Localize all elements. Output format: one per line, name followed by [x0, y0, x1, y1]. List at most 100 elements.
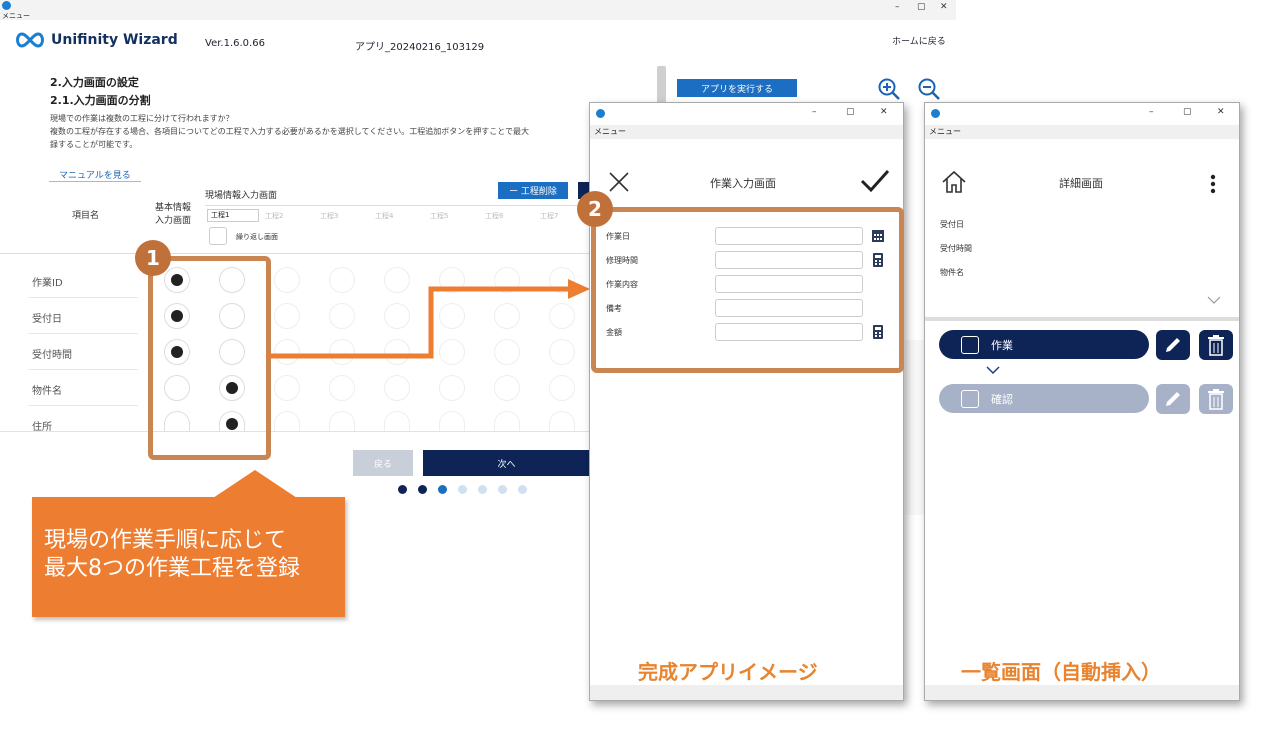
title-bar: メニュー – ▢ ✕	[0, 0, 956, 20]
step-checkbox[interactable]	[961, 335, 979, 354]
repeat-screen-checkbox[interactable]	[209, 227, 227, 245]
step-radio[interactable]	[274, 375, 300, 401]
callout-badge-2: 2	[577, 191, 613, 227]
delete-step-button[interactable]: ー 工程削除	[498, 182, 568, 199]
trash-icon	[1208, 389, 1224, 410]
maximize-button[interactable]: ▢	[917, 2, 926, 12]
row-divider	[28, 297, 138, 298]
pager-dot[interactable]	[498, 485, 507, 494]
highlight-outline-1	[148, 256, 271, 460]
status-bar	[925, 685, 1239, 700]
trash-icon	[1208, 335, 1224, 356]
step-name-field-4[interactable]: 工程4	[375, 211, 393, 221]
edit-button[interactable]	[1156, 384, 1190, 414]
zoom-in-icon[interactable]	[877, 77, 901, 101]
step-name-field-7[interactable]: 工程7	[540, 211, 558, 221]
step-radio[interactable]	[384, 411, 410, 431]
maximize-button[interactable]: ▢	[846, 107, 855, 117]
description-line-2: 複数の工程が存在する場合、各項目についてどの工程で入力する必要があるかを選択して…	[50, 127, 530, 136]
table-top-divider	[0, 253, 590, 254]
step-name-field-2[interactable]: 工程2	[265, 211, 283, 221]
pager-dot[interactable]	[478, 485, 487, 494]
delete-button[interactable]	[1199, 330, 1233, 360]
step-name-field-5[interactable]: 工程5	[430, 211, 448, 221]
detail-caption: 一覧画面（自動挿入）	[961, 660, 1161, 684]
edit-button[interactable]	[1156, 330, 1190, 360]
manual-link[interactable]: マニュアルを見る	[59, 168, 131, 181]
step-radio[interactable]	[274, 411, 300, 431]
zoom-out-icon[interactable]	[917, 77, 941, 101]
detail-field-reception-time: 受付時間	[940, 244, 972, 253]
row-label-reception-time: 受付時間	[32, 350, 72, 361]
step-radio[interactable]	[549, 411, 575, 431]
arrow-connector-icon	[268, 279, 590, 359]
minimize-button[interactable]: –	[895, 2, 900, 12]
callout-note-line-2: 最大8つの作業工程を登録	[44, 556, 300, 581]
pager-dot-active[interactable]	[438, 485, 447, 494]
close-button[interactable]: ✕	[1217, 107, 1225, 117]
manual-link-underline	[49, 181, 141, 182]
version-label: Ver.1.6.0.66	[205, 38, 265, 49]
detail-titlebar: – ▢ ✕	[925, 103, 1239, 125]
pager-dot[interactable]	[458, 485, 467, 494]
close-button[interactable]: ✕	[940, 2, 948, 12]
detail-window: – ▢ ✕ メニュー 詳細画面 受付日 受付時間 物件名 作業 確認 一覧画面（…	[924, 102, 1240, 701]
site-screen-label: 現場情報入力画面	[205, 191, 278, 201]
work-input-title: 作業入力画面	[710, 177, 776, 190]
more-vertical-icon[interactable]	[1209, 173, 1217, 195]
row-label-reception-date: 受付日	[32, 314, 62, 325]
step-name-field-3[interactable]: 工程3	[320, 211, 338, 221]
row-divider	[28, 333, 138, 334]
step-checkbox[interactable]	[961, 389, 979, 408]
pencil-icon	[1166, 392, 1180, 406]
row-label-property-name: 物件名	[32, 386, 62, 397]
step-label-work: 作業	[991, 338, 1013, 352]
app-icon	[931, 109, 940, 118]
header-divider	[205, 205, 590, 206]
chevron-down-icon[interactable]	[1207, 296, 1221, 305]
section-title: 2.入力画面の設定	[50, 76, 139, 89]
pager-dot[interactable]	[398, 485, 407, 494]
step-name-field-1[interactable]: 工程1	[207, 209, 259, 222]
next-button[interactable]: 次へ	[423, 450, 590, 476]
minimize-button[interactable]: –	[1149, 107, 1154, 117]
pager-dot[interactable]	[418, 485, 427, 494]
detail-field-property-name: 物件名	[940, 268, 964, 277]
column-header-item: 項目名	[72, 211, 100, 221]
pager-dot[interactable]	[518, 485, 527, 494]
highlight-outline-2	[591, 207, 904, 373]
row-divider	[28, 369, 138, 370]
maximize-button[interactable]: ▢	[1183, 107, 1192, 117]
step-radio[interactable]	[494, 411, 520, 431]
callout-pointer-icon	[210, 470, 300, 500]
step-radio[interactable]	[329, 411, 355, 431]
run-app-button[interactable]: アプリを実行する	[677, 79, 797, 97]
home-link[interactable]: ホームに戻る	[892, 34, 946, 47]
step-item-confirm[interactable]: 確認	[939, 384, 1149, 413]
step-radio[interactable]	[384, 375, 410, 401]
step-radio[interactable]	[329, 375, 355, 401]
main-side-area	[905, 340, 925, 515]
detail-field-reception-date: 受付日	[940, 220, 964, 229]
status-bar	[590, 685, 903, 700]
step-radio[interactable]	[439, 411, 465, 431]
step-radio[interactable]	[549, 375, 575, 401]
close-button[interactable]: ✕	[880, 107, 888, 117]
home-icon[interactable]	[941, 170, 967, 194]
detail-menu[interactable]: メニュー	[925, 125, 1239, 139]
callout-note-line-1: 現場の作業手順に応じて	[44, 528, 287, 553]
work-input-menu[interactable]: メニュー	[590, 125, 903, 139]
step-name-field-6[interactable]: 工程6	[485, 211, 503, 221]
work-input-caption: 完成アプリイメージ	[638, 660, 818, 684]
step-radio[interactable]	[494, 375, 520, 401]
check-icon[interactable]	[860, 169, 890, 193]
close-icon[interactable]	[608, 171, 630, 193]
minimize-button[interactable]: –	[812, 107, 817, 117]
back-button[interactable]: 戻る	[353, 450, 413, 476]
work-input-window: – ▢ ✕ メニュー 作業入力画面 作業日 修理時間 作業内容 備考 金額 完成…	[589, 102, 904, 701]
step-radio[interactable]	[439, 375, 465, 401]
scrollbar-thumb[interactable]	[657, 66, 666, 106]
step-item-work[interactable]: 作業	[939, 330, 1149, 359]
delete-button[interactable]	[1199, 384, 1233, 414]
infinity-logo-icon	[16, 32, 44, 48]
